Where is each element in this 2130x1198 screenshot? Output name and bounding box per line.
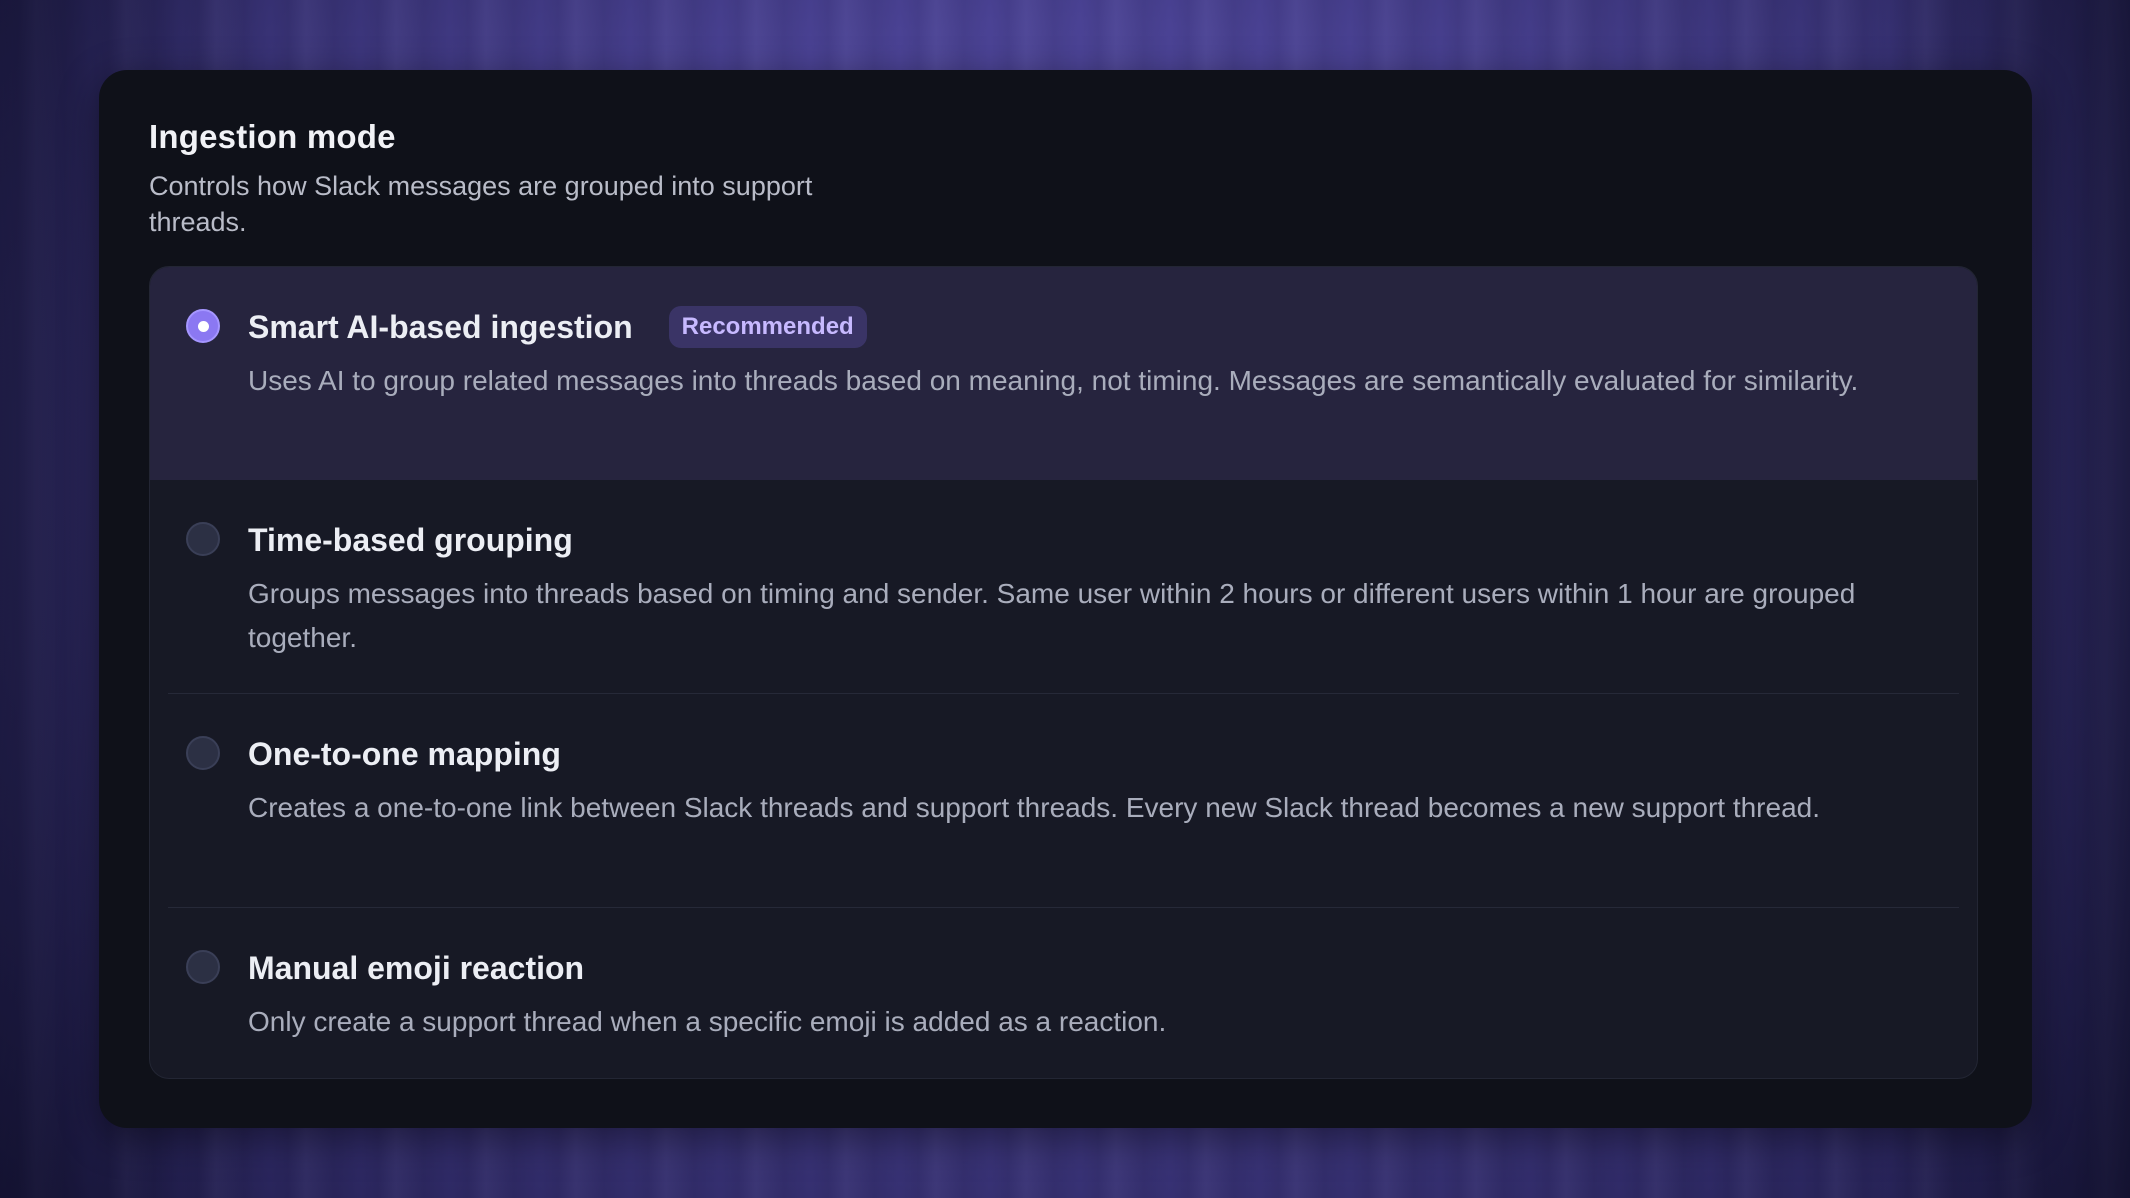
option-header: Manual emoji reaction [248,946,1937,990]
option-manual-emoji-reaction[interactable]: Manual emoji reaction Only create a supp… [150,908,1977,1078]
option-header: One-to-one mapping [248,732,1937,776]
section-description: Controls how Slack messages are grouped … [149,171,813,237]
option-time-based-grouping[interactable]: Time-based grouping Groups messages into… [150,480,1977,693]
option-description: Only create a support thread when a spec… [248,1006,1167,1037]
ingestion-mode-radio-group: Smart AI-based ingestion Recommended Use… [149,266,1978,1079]
option-header: Time-based grouping [248,518,1937,562]
radio-button-icon[interactable] [186,736,220,770]
option-description: Uses AI to group related messages into t… [248,365,1859,396]
option-title: Smart AI-based ingestion [248,308,633,345]
option-title: One-to-one mapping [248,735,561,772]
radio-button-icon[interactable] [186,950,220,984]
option-title: Manual emoji reaction [248,949,585,986]
option-smart-ai-ingestion[interactable]: Smart AI-based ingestion Recommended Use… [150,267,1977,480]
radio-button-icon[interactable] [186,522,220,556]
option-title: Time-based grouping [248,521,573,558]
option-header: Smart AI-based ingestion Recommended [248,305,1937,349]
radio-button-selected-icon[interactable] [186,309,220,343]
section-title: Ingestion mode [149,118,396,155]
recommended-badge: Recommended [668,306,867,348]
settings-panel: Ingestion mode Controls how Slack messag… [99,70,2032,1128]
option-one-to-one-mapping[interactable]: One-to-one mapping Creates a one-to-one … [150,694,1977,907]
option-description: Groups messages into threads based on ti… [248,578,1856,653]
option-description: Creates a one-to-one link between Slack … [248,792,1821,823]
